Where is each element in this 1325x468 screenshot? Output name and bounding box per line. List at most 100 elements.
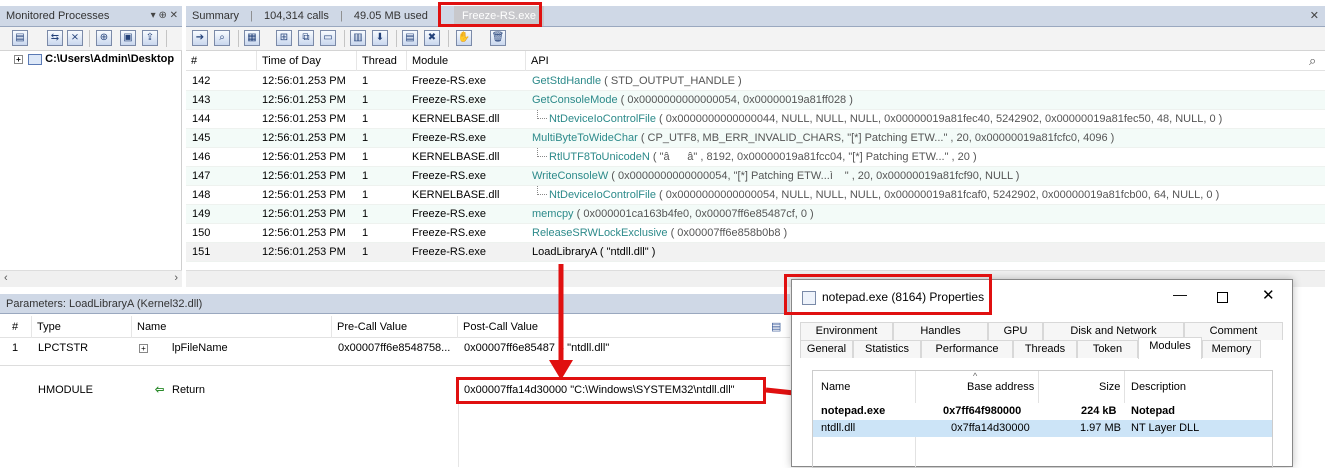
export-icon[interactable]: ⇪ — [142, 30, 158, 46]
tab-gpu[interactable]: GPU — [988, 322, 1043, 340]
param-expand-icon[interactable]: + — [139, 344, 148, 353]
tab-token[interactable]: Token — [1077, 340, 1138, 358]
api-args: ( 0x0000000000000054, NULL, NULL, NULL, … — [655, 189, 1220, 201]
col-module[interactable]: Module — [406, 51, 448, 71]
target-icon[interactable]: ⊕ — [96, 30, 112, 46]
scroll-left-icon[interactable]: ‹ — [4, 272, 8, 284]
api-function[interactable]: NtDeviceIoControlFile — [549, 189, 656, 201]
api-function[interactable]: GetConsoleMode — [532, 94, 618, 106]
mod-col-name[interactable]: Name — [821, 381, 850, 393]
row-module: Freeze-RS.exe — [412, 227, 486, 239]
row-module: Freeze-RS.exe — [412, 170, 486, 182]
tab-statistics[interactable]: Statistics — [853, 340, 921, 358]
hand-icon[interactable]: ✋ — [456, 30, 472, 46]
modules-list: Name ^ Base address Size Description not… — [812, 370, 1273, 468]
pin-icon[interactable]: ▾ ⊕ ✕ — [151, 6, 178, 26]
close-window-icon[interactable]: ✕ — [1262, 286, 1275, 304]
table-row[interactable]: 151 12:56:01.253 PM 1 Freeze-RS.exe LoadLibr… — [186, 243, 1325, 262]
table-row[interactable]: 143 12:56:01.253 PM 1 Freeze-RS.exe GetConso… — [186, 91, 1325, 110]
row-api: MultiByteToWideChar ( CP_UTF8, MB_ERR_IN… — [532, 129, 1114, 148]
table-row[interactable]: 147 12:56:01.253 PM 1 Freeze-RS.exe WriteCon… — [186, 167, 1325, 186]
row-time: 12:56:01.253 PM — [262, 246, 346, 258]
tab-threads[interactable]: Threads — [1013, 340, 1077, 358]
new-process-icon[interactable]: ▤ — [12, 30, 28, 46]
tree-view-icon[interactable]: ⊞ — [276, 30, 292, 46]
param-row[interactable]: 1 LPCTSTR + lpFileName 0x00007ff6e854875… — [0, 339, 790, 358]
color-icon[interactable]: ▦ — [244, 30, 260, 46]
grid-rows: 142 12:56:01.253 PM 1 Freeze-RS.exe GetStdHa… — [186, 72, 1325, 270]
calls-count: 104,314 calls — [264, 10, 329, 22]
param-col-post[interactable]: Post-Call Value — [457, 316, 538, 338]
module-row[interactable]: notepad.exe 0x7ff64f980000 224 kB Notepa… — [813, 403, 1272, 420]
api-args: ( "ââ" , 8192, 0x00000019a81fcc04, "[*… — [649, 151, 977, 163]
row-thread: 1 — [362, 75, 369, 87]
row-num: 151 — [192, 246, 211, 258]
monitored-processes-title: Monitored Processes — [6, 10, 110, 22]
table-row[interactable]: 148 12:56:01.253 PM 1 KERNELBASE.dll NtDevic… — [186, 186, 1325, 205]
tab-performance[interactable]: Performance — [921, 340, 1013, 358]
param-col-type[interactable]: Type — [31, 316, 61, 338]
mod-col-desc[interactable]: Description — [1131, 381, 1186, 393]
toolbar-separator — [344, 30, 345, 47]
monitor-icon[interactable]: ▣ — [120, 30, 136, 46]
api-function[interactable]: WriteConsoleW — [532, 170, 608, 182]
param-col-num[interactable]: # — [7, 316, 18, 338]
expand-icon[interactable]: + — [14, 54, 23, 64]
api-args: ( CP_UTF8, MB_ERR_INVALID_CHARS, "[*] Pa… — [637, 132, 1115, 144]
find-icon[interactable]: ⌕ — [214, 30, 230, 46]
go-to-icon[interactable]: ➔ — [192, 30, 208, 46]
tab-general[interactable]: General — [800, 340, 853, 358]
mod-col-base[interactable]: Base address — [967, 381, 1034, 393]
detach-icon[interactable]: ⨯ — [67, 30, 83, 46]
module-desc: Notepad — [1131, 405, 1175, 417]
attach-icon[interactable]: ⇆ — [47, 30, 63, 46]
tab-handles[interactable]: Handles — [893, 322, 988, 340]
child-connector-icon — [537, 110, 547, 119]
columns-button-icon[interactable]: ▤ — [766, 316, 781, 338]
tree-item-desktop[interactable]: + C:\Users\Admin\Desktop — [14, 53, 174, 65]
clear-icon[interactable]: ✖ — [424, 30, 440, 46]
mod-col-size[interactable]: Size — [1099, 381, 1120, 393]
col-thread[interactable]: Thread — [356, 51, 397, 71]
api-function[interactable]: MultiByteToWideChar — [532, 132, 638, 144]
table-row[interactable]: 150 12:56:01.253 PM 1 Freeze-RS.exe ReleaseS… — [186, 224, 1325, 243]
api-function[interactable]: RtlUTF8ToUnicodeN — [549, 151, 650, 163]
col-time[interactable]: Time of Day — [256, 51, 321, 71]
left-hscrollbar[interactable]: ‹ › — [0, 270, 182, 287]
table-row[interactable]: 144 12:56:01.253 PM 1 KERNELBASE.dll NtDevic… — [186, 110, 1325, 129]
col-num[interactable]: # — [186, 51, 197, 71]
row-time: 12:56:01.253 PM — [262, 170, 346, 182]
download-icon[interactable]: ⬇ — [372, 30, 388, 46]
summary-bar: Summary | 104,314 calls | 49.05 MB used … — [186, 6, 1325, 27]
close-tab-icon[interactable]: ✕ — [1310, 6, 1319, 26]
minimize-icon[interactable]: — — [1173, 286, 1187, 302]
api-args: ( 0x000001ca163b4fe0, 0x00007ff6e85487cf… — [573, 208, 814, 220]
module-row-selected[interactable]: ntdll.dll 0x7ffa14d30000 1.97 MB NT Laye… — [813, 420, 1272, 437]
summary-label[interactable]: Summary — [192, 10, 239, 22]
param-col-name[interactable]: Name — [131, 316, 166, 338]
maximize-icon[interactable] — [1217, 292, 1228, 303]
tab-modules[interactable]: Modules — [1138, 337, 1202, 359]
search-icon[interactable]: ⌕ — [1304, 51, 1316, 71]
api-icon[interactable]: ▤ — [402, 30, 418, 46]
api-function[interactable]: LoadLibraryA — [532, 246, 597, 258]
col-api[interactable]: API — [525, 51, 549, 71]
api-function[interactable]: GetStdHandle — [532, 75, 601, 87]
api-function[interactable]: ReleaseSRWLockExclusive — [532, 227, 668, 239]
scroll-right-icon[interactable]: › — [174, 272, 178, 284]
api-function[interactable]: NtDeviceIoControlFile — [549, 113, 656, 125]
table-row[interactable]: 142 12:56:01.253 PM 1 Freeze-RS.exe GetStdHa… — [186, 72, 1325, 91]
tab-environment[interactable]: Environment — [800, 322, 893, 340]
grid-header: # Time of Day Thread Module API ⌕ — [186, 51, 1325, 71]
row-module: KERNELBASE.dll — [412, 113, 500, 125]
filter-icon[interactable]: ⧉ — [298, 30, 314, 46]
table-row[interactable]: 146 12:56:01.253 PM 1 KERNELBASE.dll RtlUTF8… — [186, 148, 1325, 167]
tab-memory[interactable]: Memory — [1202, 340, 1261, 358]
delete-icon[interactable]: 🗑 — [490, 30, 506, 46]
table-row[interactable]: 145 12:56:01.253 PM 1 Freeze-RS.exe MultiByt… — [186, 129, 1325, 148]
api-function[interactable]: memcpy — [532, 208, 574, 220]
columns-icon[interactable]: ▥ — [350, 30, 366, 46]
table-row[interactable]: 149 12:56:01.253 PM 1 Freeze-RS.exe memcpy (… — [186, 205, 1325, 224]
param-col-pre[interactable]: Pre-Call Value — [331, 316, 407, 338]
flat-view-icon[interactable]: ▭ — [320, 30, 336, 46]
